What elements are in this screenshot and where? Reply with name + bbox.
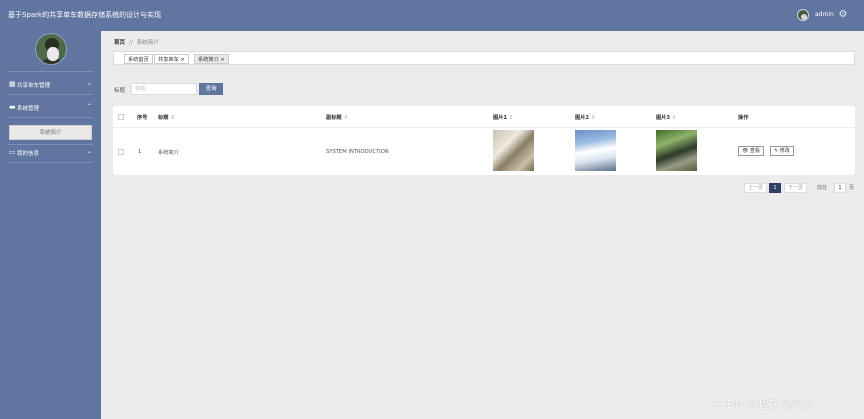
monitor-icon: ▬ [9, 103, 16, 111]
image1-thumbnail[interactable] [493, 130, 534, 171]
image2-thumbnail[interactable] [575, 130, 616, 171]
row-title: 系统简介 [158, 150, 179, 156]
breadcrumb-separator: // [129, 40, 133, 46]
breadcrumb-current: 系统简介 [136, 40, 159, 46]
admin-name[interactable]: admin [815, 11, 834, 18]
chevron-down-icon: ⌄ [87, 80, 93, 87]
row-subtitle: SYSTEM INTRODUCTION [326, 149, 389, 155]
sidebar-divider [8, 71, 93, 72]
sort-icon[interactable]: ⇕ [509, 115, 513, 121]
tab-shared-bikes[interactable]: 共享单车 × [154, 54, 189, 64]
column-header-image1[interactable]: 图片1 ⇕ [493, 114, 513, 121]
chevron-up-icon: ⌃ [87, 103, 93, 110]
row-index: 1 [138, 149, 142, 155]
column-header-subtitle[interactable]: 副标题 ⇕ [326, 114, 348, 121]
grid-icon: ▦ [9, 80, 16, 88]
column-header-image2[interactable]: 图片2 ⇕ [575, 114, 595, 121]
top-bar: 基于Spark的共享单车数据存储系统的设计与实现 admin ⚙ [0, 0, 864, 31]
view-button[interactable]: 👁 查看 [738, 146, 764, 156]
sidebar-divider [8, 162, 93, 163]
sidebar-item-my-info[interactable]: ▭ 我的信息 ⌄ [0, 146, 101, 160]
goto-label: 前往 [817, 185, 828, 191]
data-table: 序号 标题 ⇕ 副标题 ⇕ 图片1 ⇕ 图片2 ⇕ 图片3 ⇕ 操作 1 系统简介 SYS… [113, 106, 855, 175]
sidebar-divider [8, 144, 93, 145]
column-header-image3[interactable]: 图片3 ⇕ [656, 114, 676, 121]
search-label: 标题 [114, 88, 126, 94]
header-divider [113, 127, 855, 128]
sort-icon[interactable]: ⇕ [672, 115, 676, 121]
title-search-input[interactable] [131, 83, 197, 95]
row-checkbox[interactable] [118, 149, 124, 155]
breadcrumb-home[interactable]: 首页 [114, 40, 125, 46]
page-suffix: 页 [849, 185, 855, 191]
sort-icon[interactable]: ⇕ [591, 115, 595, 121]
watermark: CSDN @程序员阿龙 [712, 398, 813, 411]
sidebar-divider [8, 94, 93, 95]
sidebar-item-bike-management[interactable]: ▦ 共享单车管理 ⌄ [0, 78, 101, 92]
column-header-index: 序号 [137, 115, 148, 121]
current-page[interactable]: 1 [769, 183, 781, 193]
sidebar-avatar [35, 33, 67, 65]
sidebar-subitem-system-intro[interactable]: 系统简介 [9, 125, 92, 140]
gear-icon[interactable]: ⚙ [837, 9, 849, 21]
select-all-checkbox[interactable] [118, 114, 124, 120]
sidebar-item-label: 共享单车管理 [17, 83, 51, 89]
edit-button[interactable]: ✎ 修改 [770, 146, 794, 156]
chevron-down-icon: ⌄ [87, 148, 93, 155]
sidebar: ▦ 共享单车管理 ⌄ ▬ 系统管理 ⌃ 系统简介 ▭ 我的信息 ⌄ [0, 31, 101, 419]
sort-icon[interactable]: ⇕ [170, 115, 174, 121]
tabs-bar: 系统首页 共享单车 × 系统简介 × [113, 51, 855, 65]
tab-system-home[interactable]: 系统首页 [124, 54, 153, 64]
sort-icon[interactable]: ⇕ [344, 115, 348, 121]
edit-icon: ✎ [774, 148, 779, 154]
card-icon: ▭ [9, 148, 16, 156]
breadcrumb: 首页 //系统简介 [114, 38, 159, 46]
sidebar-item-label: 系统管理 [17, 106, 40, 112]
goto-page-input[interactable]: 1 [834, 183, 846, 193]
user-avatar[interactable] [797, 9, 809, 21]
next-page-button[interactable]: 下一页 [784, 183, 808, 193]
sidebar-divider [8, 117, 93, 118]
column-header-actions: 操作 [738, 115, 749, 121]
tab-system-intro[interactable]: 系统简介 × [194, 54, 229, 64]
app-title: 基于Spark的共享单车数据存储系统的设计与实现 [8, 11, 162, 19]
sidebar-item-system-management[interactable]: ▬ 系统管理 ⌃ [0, 101, 101, 115]
sidebar-item-label: 我的信息 [17, 151, 40, 157]
column-header-title[interactable]: 标题 ⇕ [158, 114, 175, 121]
image3-thumbnail[interactable] [656, 130, 697, 171]
eye-icon: 👁 [742, 148, 749, 154]
prev-page-button[interactable]: 上一页 [744, 183, 768, 193]
query-button[interactable]: 查询 [199, 83, 223, 95]
